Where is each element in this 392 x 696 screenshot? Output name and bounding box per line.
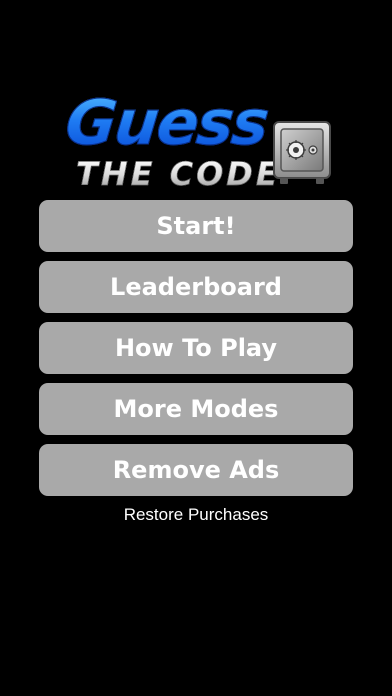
logo-title-guess: Guess (62, 86, 272, 160)
remove-ads-button[interactable]: Remove Ads (39, 444, 353, 496)
main-menu: Start! Leaderboard How To Play More Mode… (39, 200, 353, 505)
remove-ads-button-label: Remove Ads (112, 456, 280, 484)
restore-purchases-link[interactable]: Restore Purchases (0, 505, 392, 525)
logo-title-the-code: THE CODE (76, 155, 281, 193)
more-modes-button-label: More Modes (113, 395, 279, 423)
leaderboard-button[interactable]: Leaderboard (39, 261, 353, 313)
leaderboard-button-label: Leaderboard (110, 273, 282, 301)
main-menu-screen: Guess THE CODE Start! Leaderboard How To… (0, 0, 392, 696)
start-button-label: Start! (156, 212, 236, 240)
safe-icon (273, 121, 331, 184)
game-logo: Guess THE CODE (62, 86, 336, 198)
more-modes-button[interactable]: More Modes (39, 383, 353, 435)
how-to-play-button-label: How To Play (114, 334, 278, 362)
how-to-play-button[interactable]: How To Play (39, 322, 353, 374)
start-button[interactable]: Start! (39, 200, 353, 252)
